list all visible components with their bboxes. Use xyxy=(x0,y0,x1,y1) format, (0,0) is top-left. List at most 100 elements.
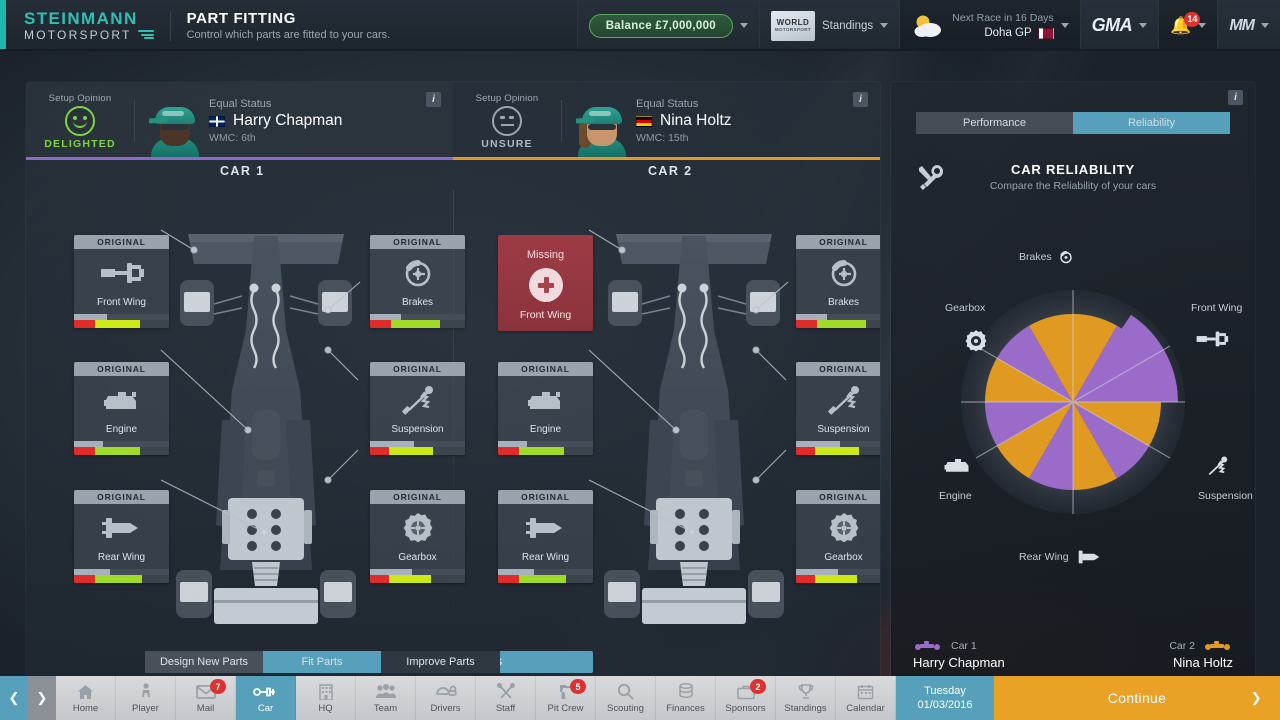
chevron-down-icon[interactable] xyxy=(1060,23,1069,28)
avatar xyxy=(576,94,628,160)
part-card[interactable]: ORIGINAL Gearbox xyxy=(796,490,880,583)
tab-reliability[interactable]: Reliability xyxy=(1073,112,1230,134)
part-card[interactable]: ORIGINAL Gearbox xyxy=(370,490,465,583)
next-race-cell[interactable]: Next Race in 16 Days Doha GP xyxy=(899,0,1080,51)
part-card[interactable]: ORIGINAL Brakes xyxy=(796,235,880,328)
part-card[interactable]: ORIGINAL Front Wing xyxy=(74,235,169,328)
driver-strip: Setup Opinion DELIGHTED Equal Status Har… xyxy=(26,82,880,160)
chevron-down-icon[interactable] xyxy=(1261,23,1269,28)
setup-opinion-label: Setup Opinion xyxy=(475,92,539,104)
info-icon[interactable]: i xyxy=(1228,90,1243,105)
nav-item-car[interactable]: Car xyxy=(236,676,296,720)
info-icon[interactable]: i xyxy=(853,92,868,107)
condition-bar xyxy=(370,575,465,583)
balance-button[interactable]: Balance £7,000,000 xyxy=(588,13,733,38)
part-card[interactable]: ORIGINAL Rear Wing xyxy=(74,490,169,583)
part-card[interactable]: ORIGINAL Suspension xyxy=(796,362,880,455)
part-name: Rear Wing xyxy=(521,552,570,563)
wm-logo-top: WORLD xyxy=(776,17,810,27)
standings-label[interactable]: Standings xyxy=(822,20,873,32)
germany-flag-icon xyxy=(636,115,652,127)
nav-item-pit-crew[interactable]: Pit Crew 5 xyxy=(536,676,596,720)
legend-car1-label: Car 1 xyxy=(951,640,977,652)
tab-performance[interactable]: Performance xyxy=(916,112,1073,134)
nav-item-team[interactable]: Team xyxy=(356,676,416,720)
bell-icon[interactable]: 🔔 14 xyxy=(1170,12,1201,34)
nav-item-scouting[interactable]: Scouting xyxy=(596,676,656,720)
nav-item-standings[interactable]: Standings xyxy=(776,676,836,720)
nav-item-mail[interactable]: Mail 7 xyxy=(176,676,236,720)
driver-card-1[interactable]: Setup Opinion DELIGHTED Equal Status Har… xyxy=(26,82,453,160)
setup-opinion-state: UNSURE xyxy=(481,137,533,150)
nav-back-button[interactable]: ❮ xyxy=(0,676,28,720)
car-glyph-purple xyxy=(915,641,940,650)
gma-cell[interactable]: GMA xyxy=(1079,0,1159,51)
nav-item-home[interactable]: Home xyxy=(56,676,116,720)
nav-item-finances[interactable]: Finances xyxy=(656,676,716,720)
legend-car2-driver: Nina Holtz xyxy=(1173,655,1233,670)
nav-label: Drivers xyxy=(430,702,461,714)
info-icon[interactable]: i xyxy=(426,92,441,107)
nav-item-hq[interactable]: HQ xyxy=(296,676,356,720)
part-name: Front Wing xyxy=(519,309,572,321)
setup-opinion-label: Setup Opinion xyxy=(48,92,112,104)
notifications-cell[interactable]: 🔔 14 xyxy=(1158,0,1218,51)
gearbox-icon xyxy=(963,328,989,354)
legend-car1-driver: Harry Chapman xyxy=(913,655,1005,670)
nav-forward-button[interactable]: ❯ xyxy=(28,676,56,720)
nav-label: Finances xyxy=(666,702,705,714)
team-logo[interactable]: STEINMANN MOTORSPORT xyxy=(6,8,154,42)
team-icon xyxy=(375,683,397,701)
mail-badge: 7 xyxy=(210,679,226,694)
divider xyxy=(134,100,135,142)
standings-cell[interactable]: WORLD MOTORSPORT Standings xyxy=(758,0,899,51)
part-card[interactable]: ORIGINAL Brakes xyxy=(370,235,465,328)
calendar-icon xyxy=(857,683,874,701)
pit-crew-badge: 5 xyxy=(570,679,586,694)
balance-cell[interactable]: Balance £7,000,000 xyxy=(576,0,759,51)
plus-icon[interactable] xyxy=(498,261,593,309)
nav-item-sponsors[interactable]: Sponsors 2 xyxy=(716,676,776,720)
tab-improve-parts[interactable]: Improve Parts xyxy=(381,651,500,673)
nav-item-player[interactable]: Player xyxy=(116,676,176,720)
driver-name: Harry Chapman xyxy=(233,112,343,129)
nav-item-calendar[interactable]: Calendar xyxy=(836,676,896,720)
part-card[interactable]: ORIGINAL Rear Wing xyxy=(498,490,593,583)
continue-button[interactable]: Continue ❯ xyxy=(994,676,1280,720)
nav-item-drivers[interactable]: Drivers xyxy=(416,676,476,720)
part-card[interactable]: ORIGINAL Engine xyxy=(498,362,593,455)
nav-label: Home xyxy=(72,702,99,714)
top-header: STEINMANN MOTORSPORT PART FITTING Contro… xyxy=(0,0,1280,51)
reliability-subtitle: Compare the Reliability of your cars xyxy=(989,180,1157,192)
car2-title: CAR 2 xyxy=(648,164,693,178)
nav-label: Scouting xyxy=(607,702,644,714)
tab-design-new-parts[interactable]: Design New Parts xyxy=(145,651,263,673)
chevron-down-icon[interactable] xyxy=(739,23,748,28)
logo-line-1: STEINMANN xyxy=(24,8,138,28)
chevron-down-icon[interactable] xyxy=(880,23,889,28)
sponsors-badge: 2 xyxy=(750,679,766,694)
nav-label: Team xyxy=(373,702,398,714)
chevron-down-icon[interactable] xyxy=(1198,23,1207,28)
nav-item-staff[interactable]: Staff xyxy=(476,676,536,720)
part-status: ORIGINAL xyxy=(370,235,465,249)
tab-fit-parts[interactable]: Fit Parts xyxy=(263,651,381,673)
part-card[interactable]: ORIGINAL Engine xyxy=(74,362,169,455)
mm-cell[interactable]: MM xyxy=(1217,0,1280,51)
driver-card-2[interactable]: Setup Opinion UNSURE Equal Status Nina H… xyxy=(453,82,880,160)
car-titles: CAR 1 CAR 2 xyxy=(26,164,880,190)
chevron-right-icon: ❯ xyxy=(1250,690,1262,705)
nav-arrows: ❮ ❯ xyxy=(0,676,56,720)
brakes-icon xyxy=(370,249,465,297)
part-card-missing[interactable]: Missing Front Wing xyxy=(498,235,593,331)
driver-name: Nina Holtz xyxy=(660,112,732,129)
driver-wmc: WMC: 15th xyxy=(636,132,689,144)
part-status: ORIGINAL xyxy=(370,362,465,376)
rear-wing-icon xyxy=(498,504,593,552)
engine-icon xyxy=(498,376,593,424)
header-divider xyxy=(169,10,171,41)
date-button[interactable]: Tuesday 01/03/2016 xyxy=(896,676,994,720)
wm-logo-bottom: MOTORSPORT xyxy=(774,26,812,32)
chevron-down-icon[interactable] xyxy=(1139,23,1148,28)
part-card[interactable]: ORIGINAL Suspension xyxy=(370,362,465,455)
